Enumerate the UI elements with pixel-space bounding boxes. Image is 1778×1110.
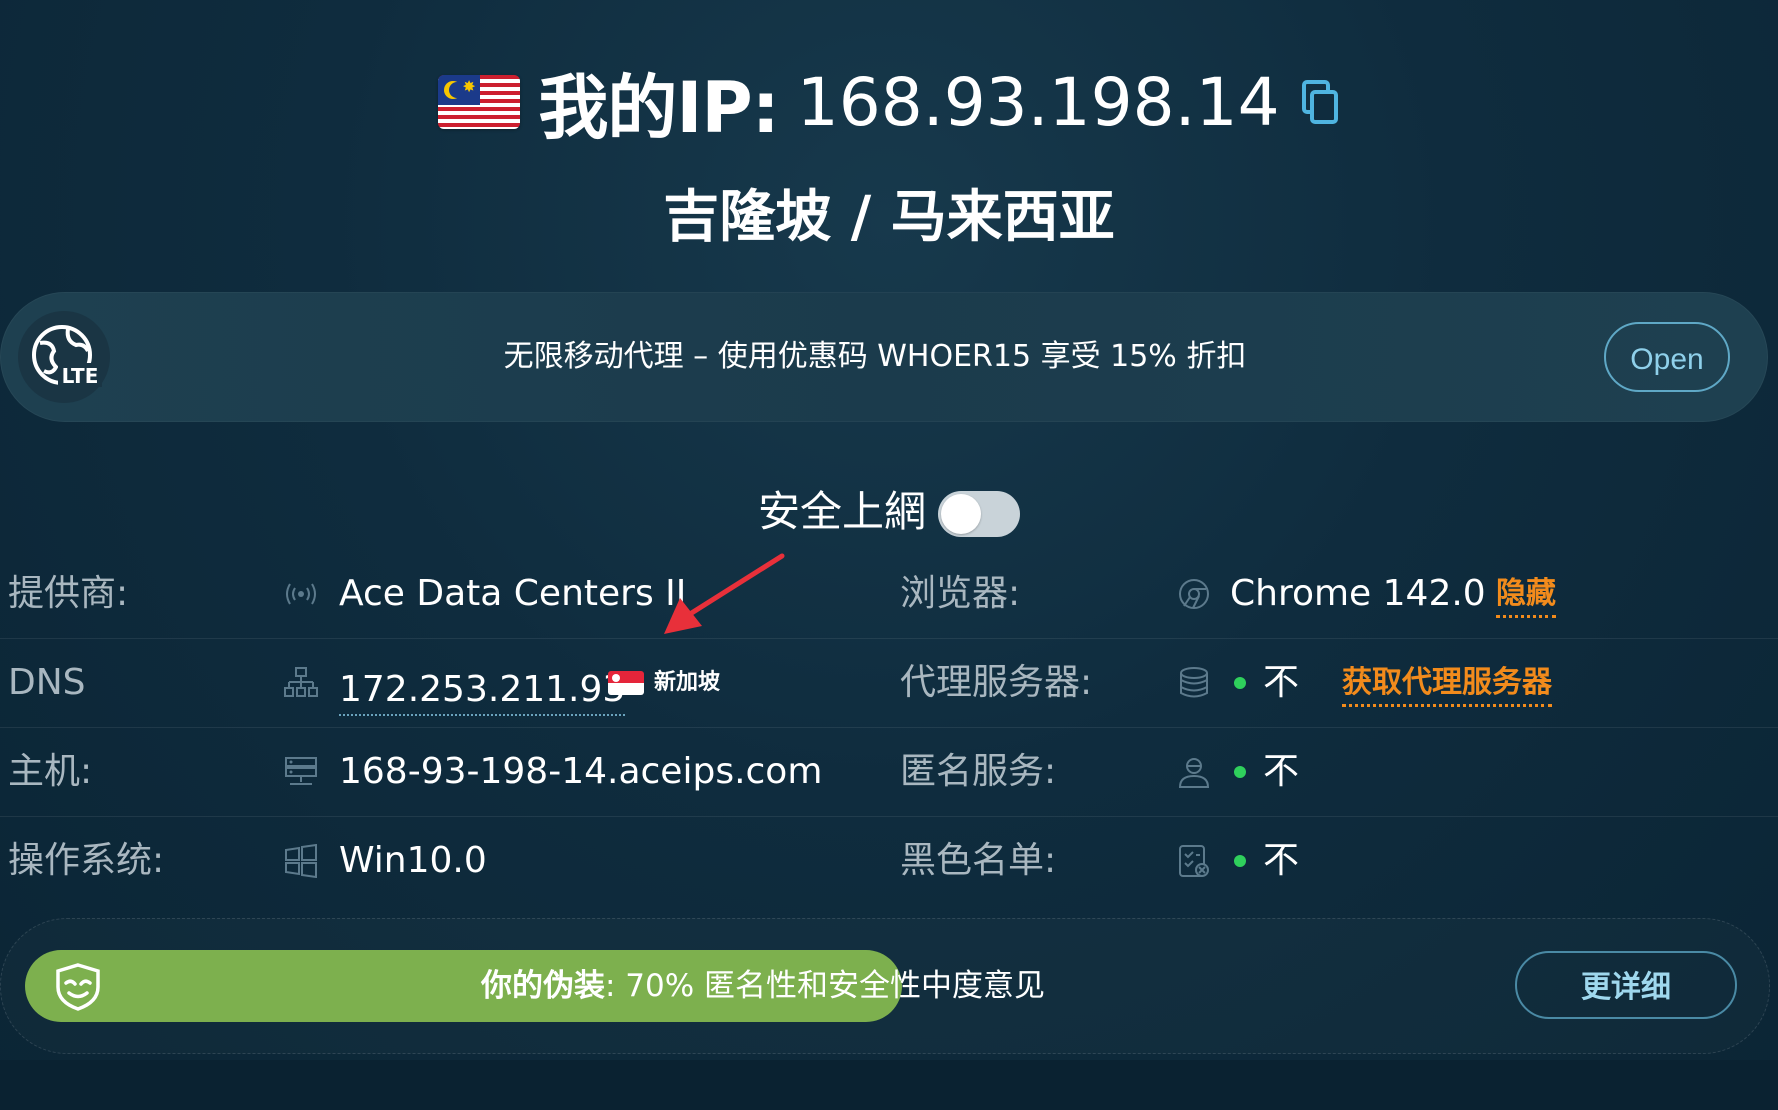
- provider-label: 提供商:: [8, 573, 129, 614]
- host-value: 168-93-198-14.aceips.com: [339, 751, 823, 792]
- promo-banner: LTE 无限移动代理 – 使用优惠码 WHOER15 享受 15% 折扣 Ope…: [0, 292, 1768, 422]
- dns-label: DNS: [8, 662, 86, 703]
- windows-icon: [284, 843, 318, 879]
- anonymizer-label: 匿名服务:: [900, 751, 1057, 792]
- proxy-status-dot: [1234, 677, 1246, 689]
- dns-country: 新加坡: [654, 670, 721, 695]
- open-button[interactable]: Open: [1604, 322, 1730, 392]
- svg-text:LTE: LTE: [62, 364, 99, 388]
- ip-line: ✸ 我的IP: 168.93.198.14: [438, 52, 1339, 152]
- secure-browsing: 安全上網: [0, 478, 1778, 539]
- hide-browser-link[interactable]: 隐藏: [1496, 550, 1556, 638]
- lte-globe-icon: LTE: [18, 311, 110, 403]
- info-table: 提供商: Ace Data Centers II 浏览器: Chrome 142…: [0, 550, 1778, 905]
- info-row-provider: 提供商: Ace Data Centers II 浏览器: Chrome 142…: [0, 550, 1778, 639]
- disguise-text: 你的伪装: 70% 匿名性和安全性中度意见: [481, 919, 1045, 1053]
- singapore-flag-icon: [608, 671, 644, 695]
- disguise-prefix: 你的伪装: [481, 968, 605, 1004]
- proxy-label: 代理服务器:: [900, 662, 1093, 703]
- ip-address[interactable]: 168.93.198.14: [797, 64, 1280, 141]
- dns-value[interactable]: 172.253.211.936: [339, 639, 639, 727]
- anonymizer-value: 不: [1263, 751, 1300, 792]
- provider-value: Ace Data Centers II: [339, 573, 687, 614]
- host-label: 主机:: [8, 751, 93, 792]
- ip-header: ✸ 我的IP: 168.93.198.14 吉隆坡 / 马来西亚: [0, 52, 1778, 253]
- secure-browsing-label: 安全上網: [757, 487, 926, 536]
- blacklist-label: 黑色名单:: [900, 840, 1057, 881]
- os-value: Win10.0: [339, 840, 487, 881]
- info-row-os: 操作系统: Win10.0 黑色名单: 不: [0, 817, 1778, 905]
- chrome-icon: [1177, 577, 1211, 611]
- blacklist-value: 不: [1263, 840, 1300, 881]
- more-details-button[interactable]: 更详细: [1515, 951, 1737, 1019]
- info-row-host: 主机: 168-93-198-14.aceips.com 匿名服务: 不: [0, 728, 1778, 817]
- page: ✸ 我的IP: 168.93.198.14 吉隆坡 / 马来西亚 LTE 无限移…: [0, 0, 1778, 1110]
- disguise-summary: : 70% 匿名性和安全性中度意见: [605, 968, 1046, 1004]
- blacklist-icon: [1177, 844, 1211, 878]
- anonymous-user-icon: [1177, 755, 1211, 789]
- server-icon: [284, 755, 318, 789]
- secure-browsing-toggle[interactable]: [938, 490, 1020, 537]
- database-icon: [1177, 666, 1211, 700]
- disguise-panel: 你的伪装: 70% 匿名性和安全性中度意见 更详细: [0, 918, 1770, 1054]
- ip-label: 我的IP:: [538, 66, 779, 149]
- browser-label: 浏览器:: [900, 573, 1021, 614]
- info-row-dns: DNS 172.253.211.936 新加坡 代理服务器:: [0, 639, 1778, 728]
- get-proxy-link[interactable]: 获取代理服务器: [1342, 639, 1552, 727]
- copy-icon[interactable]: [1300, 78, 1340, 126]
- mask-shield-icon: [53, 962, 103, 1012]
- location-text: 吉隆坡 / 马来西亚: [663, 185, 1115, 250]
- signal-icon: [284, 577, 318, 611]
- blacklist-status-dot: [1234, 855, 1246, 867]
- browser-value: Chrome 142.0: [1230, 573, 1486, 614]
- bottom-section: [0, 1060, 1778, 1110]
- proxy-value: 不: [1263, 662, 1300, 703]
- os-label: 操作系统:: [8, 840, 165, 881]
- toggle-knob: [941, 493, 981, 534]
- malaysia-flag-icon: ✸: [438, 75, 521, 129]
- anonymizer-status-dot: [1234, 766, 1246, 778]
- promo-text: 无限移动代理 – 使用优惠码 WHOER15 享受 15% 折扣: [503, 339, 1247, 374]
- network-icon: [284, 666, 318, 700]
